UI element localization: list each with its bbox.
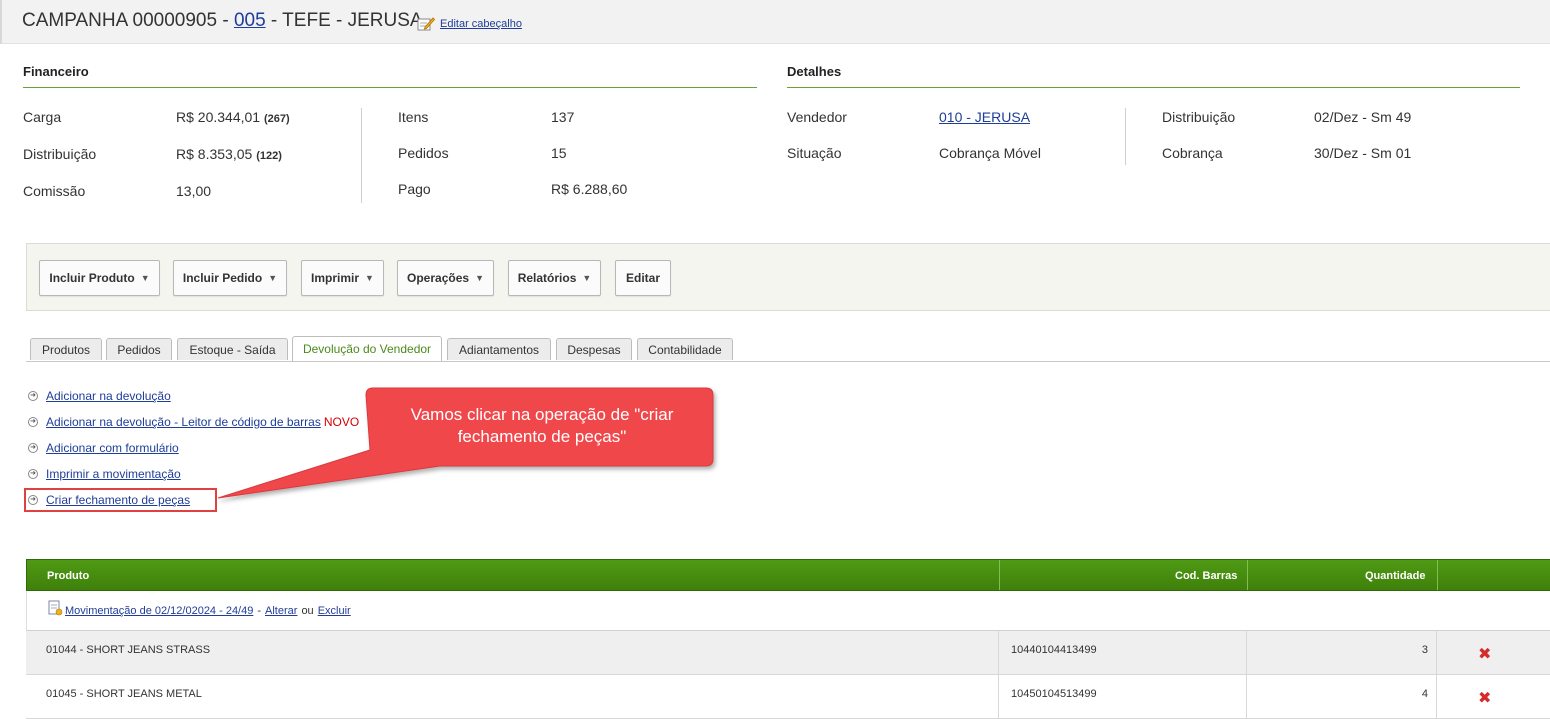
alterar-link[interactable]: Alterar xyxy=(265,605,297,617)
delete-icon[interactable]: ✖ xyxy=(1478,688,1491,708)
col-quantidade-header[interactable]: Quantidade xyxy=(1365,570,1426,582)
quantidade-cell: 3 xyxy=(1421,644,1428,656)
col-cod-barras-header[interactable]: Cod. Barras xyxy=(1175,570,1237,582)
cod-barras-cell: 10450104513499 xyxy=(1011,688,1097,700)
movimentacao-link[interactable]: Movimentação de 02/12/02024 - 24/49 xyxy=(65,605,253,617)
produto-cell: 01045 - SHORT JEANS METAL xyxy=(46,688,202,700)
cod-barras-cell: 10440104413499 xyxy=(1011,644,1097,656)
movimentacao-group-row: Movimentação de 02/12/02024 - 24/49 - Al… xyxy=(26,591,1550,631)
quantidade-cell: 4 xyxy=(1421,688,1428,700)
table-row: 01045 - SHORT JEANS METAL 10450104513499… xyxy=(26,675,1550,719)
excluir-link[interactable]: Excluir xyxy=(318,605,351,617)
callout-text: Vamos clicar na operação de "criar fecha… xyxy=(410,405,674,446)
table-row: 01044 - SHORT JEANS STRASS 1044010441349… xyxy=(26,631,1550,675)
delete-icon[interactable]: ✖ xyxy=(1478,644,1491,664)
document-icon xyxy=(48,600,63,616)
devolucao-table: Produto Cod. Barras Quantidade Movimenta… xyxy=(26,559,1550,719)
produto-cell: 01044 - SHORT JEANS STRASS xyxy=(46,644,211,656)
col-produto-header[interactable]: Produto xyxy=(47,570,89,582)
table-header: Produto Cod. Barras Quantidade xyxy=(26,559,1550,591)
